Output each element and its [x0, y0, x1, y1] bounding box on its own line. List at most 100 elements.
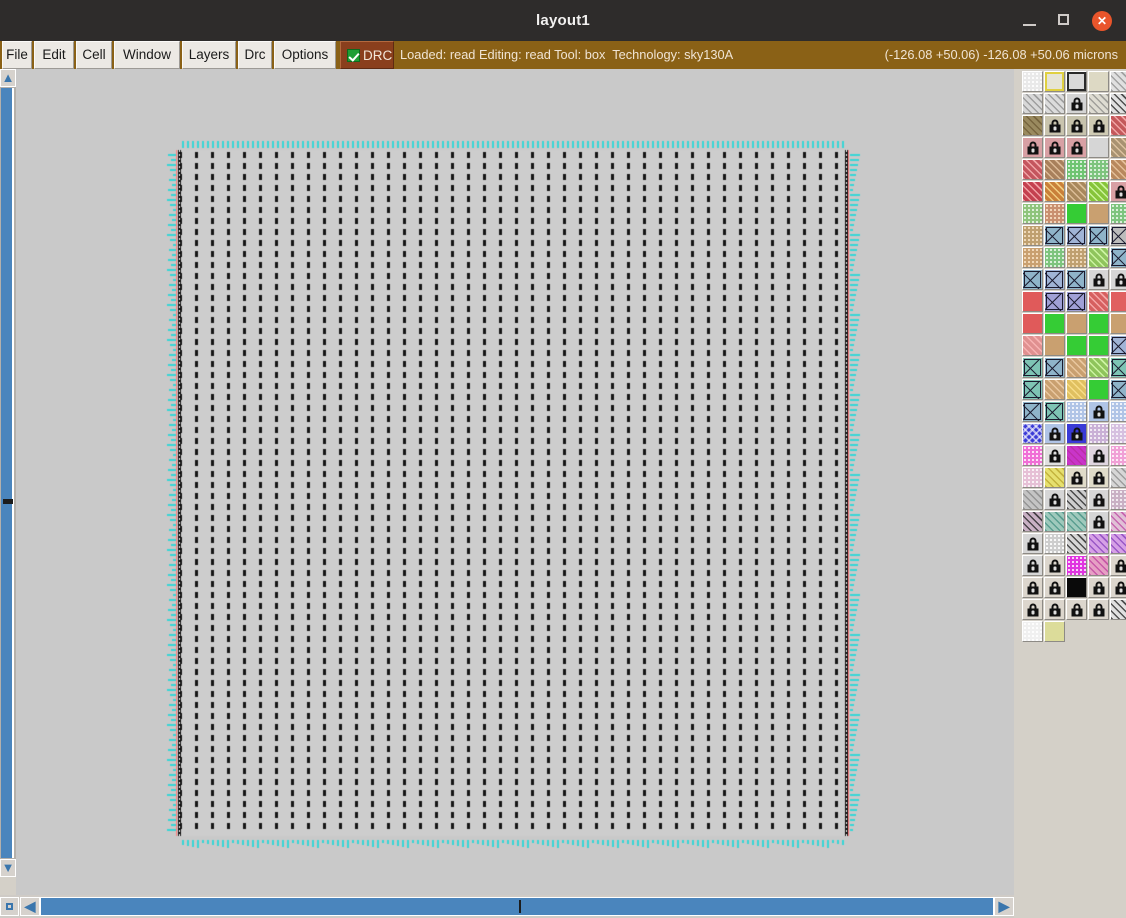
vertical-scrollbar[interactable]: ▲ ▼ — [0, 69, 16, 877]
palette-swatch-layer-69[interactable] — [1110, 357, 1126, 378]
palette-swatch-layer-16[interactable] — [1044, 137, 1065, 158]
horizontal-scroll-thumb[interactable] — [41, 898, 993, 915]
palette-swatch-layer-73[interactable] — [1088, 379, 1109, 400]
palette-swatch-layer-24[interactable] — [1110, 159, 1126, 180]
palette-swatch-layer-109[interactable] — [1110, 533, 1126, 554]
palette-swatch-layer-110[interactable] — [1022, 555, 1043, 576]
palette-swatch-layer-75[interactable] — [1022, 401, 1043, 422]
palette-swatch-layer-1[interactable] — [1044, 71, 1065, 92]
palette-swatch-layer-99[interactable] — [1110, 489, 1126, 510]
palette-swatch-layer-48[interactable] — [1088, 269, 1109, 290]
palette-swatch-layer-36[interactable] — [1044, 225, 1065, 246]
horizontal-scrollbar[interactable]: ◀ ▶ — [0, 895, 1014, 918]
menu-item-file[interactable]: File — [2, 41, 32, 69]
palette-swatch-layer-83[interactable] — [1088, 423, 1109, 444]
palette-swatch-layer-76[interactable] — [1044, 401, 1065, 422]
scroll-up-button[interactable]: ▲ — [0, 69, 16, 87]
drc-toggle-button[interactable]: DRC — [340, 41, 394, 69]
palette-swatch-layer-57[interactable] — [1066, 313, 1087, 334]
minimize-button[interactable] — [1012, 0, 1048, 41]
palette-swatch-layer-38[interactable] — [1088, 225, 1109, 246]
close-button[interactable]: ✕ — [1088, 0, 1122, 41]
palette-swatch-layer-42[interactable] — [1066, 247, 1087, 268]
palette-swatch-layer-106[interactable] — [1044, 533, 1065, 554]
palette-swatch-layer-81[interactable] — [1044, 423, 1065, 444]
scroll-left-button[interactable]: ◀ — [20, 897, 40, 916]
layout-canvas-area[interactable] — [16, 69, 1014, 895]
palette-swatch-layer-66[interactable] — [1044, 357, 1065, 378]
palette-swatch-layer-19[interactable] — [1110, 137, 1126, 158]
palette-swatch-layer-32[interactable] — [1066, 203, 1087, 224]
palette-swatch-layer-71[interactable] — [1044, 379, 1065, 400]
palette-swatch-layer-39[interactable] — [1110, 225, 1126, 246]
palette-swatch-layer-55[interactable] — [1022, 313, 1043, 334]
palette-swatch-layer-40[interactable] — [1022, 247, 1043, 268]
palette-swatch-layer-6[interactable] — [1044, 93, 1065, 114]
palette-swatch-layer-117[interactable] — [1066, 577, 1087, 598]
palette-swatch-layer-54[interactable] — [1110, 291, 1126, 312]
palette-swatch-layer-4[interactable] — [1110, 71, 1126, 92]
palette-swatch-layer-44[interactable] — [1110, 247, 1126, 268]
palette-swatch-layer-90[interactable] — [1022, 467, 1043, 488]
palette-swatch-layer-53[interactable] — [1088, 291, 1109, 312]
palette-swatch-layer-122[interactable] — [1066, 599, 1087, 620]
palette-swatch-layer-59[interactable] — [1110, 313, 1126, 334]
palette-swatch-layer-43[interactable] — [1088, 247, 1109, 268]
palette-swatch-layer-107[interactable] — [1066, 533, 1087, 554]
palette-swatch-layer-80[interactable] — [1022, 423, 1043, 444]
palette-swatch-layer-84[interactable] — [1110, 423, 1126, 444]
palette-swatch-layer-120[interactable] — [1022, 599, 1043, 620]
palette-swatch-layer-28[interactable] — [1088, 181, 1109, 202]
palette-swatch-layer-21[interactable] — [1044, 159, 1065, 180]
palette-swatch-layer-67[interactable] — [1066, 357, 1087, 378]
palette-swatch-layer-30[interactable] — [1022, 203, 1043, 224]
palette-swatch-layer-45[interactable] — [1022, 269, 1043, 290]
palette-swatch-layer-50[interactable] — [1022, 291, 1043, 312]
palette-swatch-layer-79[interactable] — [1110, 401, 1126, 422]
palette-swatch-layer-92[interactable] — [1066, 467, 1087, 488]
palette-swatch-layer-116[interactable] — [1044, 577, 1065, 598]
maximize-button[interactable] — [1046, 0, 1082, 41]
palette-swatch-layer-37[interactable] — [1066, 225, 1087, 246]
palette-swatch-layer-0[interactable] — [1022, 71, 1043, 92]
palette-swatch-layer-101[interactable] — [1044, 511, 1065, 532]
palette-swatch-layer-47[interactable] — [1066, 269, 1087, 290]
palette-swatch-layer-86[interactable] — [1044, 445, 1065, 466]
palette-swatch-layer-23[interactable] — [1088, 159, 1109, 180]
palette-swatch-layer-118[interactable] — [1088, 577, 1109, 598]
palette-swatch-layer-112[interactable] — [1066, 555, 1087, 576]
palette-swatch-layer-78[interactable] — [1088, 401, 1109, 422]
palette-swatch-layer-105[interactable] — [1022, 533, 1043, 554]
palette-swatch-layer-111[interactable] — [1044, 555, 1065, 576]
palette-swatch-layer-18[interactable] — [1088, 137, 1109, 158]
palette-swatch-layer-51[interactable] — [1044, 291, 1065, 312]
palette-swatch-layer-70[interactable] — [1022, 379, 1043, 400]
palette-swatch-layer-124[interactable] — [1110, 599, 1126, 620]
palette-swatch-layer-88[interactable] — [1088, 445, 1109, 466]
palette-swatch-layer-62[interactable] — [1066, 335, 1087, 356]
palette-swatch-layer-17[interactable] — [1066, 137, 1087, 158]
palette-swatch-layer-95[interactable] — [1022, 489, 1043, 510]
palette-swatch-layer-27[interactable] — [1066, 181, 1087, 202]
palette-swatch-layer-61[interactable] — [1044, 335, 1065, 356]
palette-swatch-layer-93[interactable] — [1088, 467, 1109, 488]
palette-swatch-layer-58[interactable] — [1088, 313, 1109, 334]
scroll-right-button[interactable]: ▶ — [994, 897, 1014, 916]
menu-item-cell[interactable]: Cell — [76, 41, 112, 69]
palette-swatch-layer-12[interactable] — [1066, 115, 1087, 136]
menu-item-drc[interactable]: Drc — [238, 41, 272, 69]
palette-swatch-layer-98[interactable] — [1088, 489, 1109, 510]
palette-swatch-layer-114[interactable] — [1110, 555, 1126, 576]
palette-swatch-layer-91[interactable] — [1044, 467, 1065, 488]
palette-swatch-layer-35[interactable] — [1022, 225, 1043, 246]
layer-palette[interactable] — [1014, 69, 1126, 895]
palette-swatch-layer-125[interactable] — [1022, 621, 1043, 642]
palette-swatch-layer-9[interactable] — [1110, 93, 1126, 114]
palette-swatch-layer-63[interactable] — [1088, 335, 1109, 356]
palette-swatch-layer-11[interactable] — [1044, 115, 1065, 136]
palette-swatch-layer-104[interactable] — [1110, 511, 1126, 532]
palette-swatch-layer-64[interactable] — [1110, 335, 1126, 356]
palette-swatch-layer-82[interactable] — [1066, 423, 1087, 444]
palette-swatch-layer-123[interactable] — [1088, 599, 1109, 620]
menu-item-edit[interactable]: Edit — [34, 41, 74, 69]
